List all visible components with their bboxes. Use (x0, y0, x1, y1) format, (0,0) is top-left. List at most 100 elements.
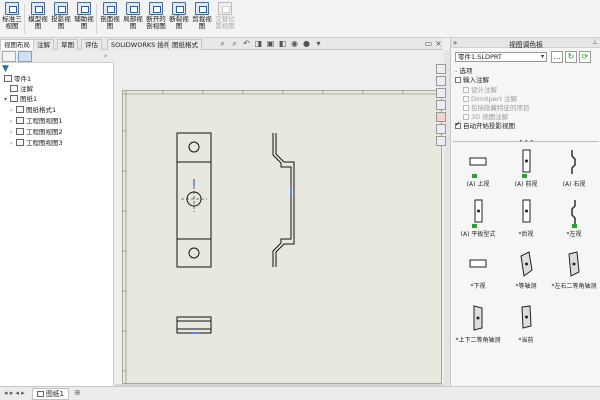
tree-root[interactable]: 零件1 (4, 75, 31, 84)
checkbox-checked-icon (455, 120, 461, 129)
top-view-thumbnail-icon (469, 157, 487, 178)
alternate-position-view-button[interactable]: 交替位置视图 (214, 2, 236, 36)
annotation-icon (10, 85, 18, 92)
tab-solidworks-addins[interactable]: SOLIDWORKS 插件 (107, 39, 175, 50)
crop-view-button[interactable]: 剪裁视图 (191, 2, 213, 36)
add-sheet-icon[interactable]: ⊕ (74, 388, 81, 397)
section-tool-icon[interactable]: ◨ (254, 39, 263, 48)
drawing-sheet[interactable] (122, 90, 443, 385)
design-library-icon[interactable] (436, 76, 446, 86)
tab-sketch[interactable]: 草图 (57, 39, 78, 50)
forum-icon[interactable] (436, 136, 446, 146)
ribbon-toolbar: 标准三视图 模型视图 投影视图 辅助视图 剖面视图 局部视图 断开的剖视图 断裂… (0, 0, 600, 38)
custom-properties-icon[interactable] (436, 124, 446, 134)
auto-projection-checkbox[interactable]: 自动开始投影视图 (455, 120, 515, 130)
tree-item-drawing-view1[interactable]: › 工程图视图1 (10, 117, 63, 126)
drawing-view-front[interactable] (176, 132, 212, 268)
broken-out-section-icon (149, 2, 163, 15)
scene-icon[interactable]: ▾ (314, 39, 323, 48)
drawing-view-right[interactable] (272, 133, 295, 267)
sheet-icon (10, 95, 18, 102)
nav-arrows-icon[interactable]: ◂ ▸ ◂ ▸ (4, 389, 25, 397)
refresh-icon[interactable]: ↻ (565, 51, 577, 63)
drawing-view-top[interactable] (176, 316, 212, 334)
tree-item-sheet-format[interactable]: › 图纸格式1 (10, 106, 56, 115)
tab-view-layout[interactable]: 视图布局 (0, 39, 34, 50)
refresh-all-icon[interactable]: ⟳ (579, 51, 591, 63)
tree-item-sheet1[interactable]: ▾ 图纸1 (4, 95, 37, 104)
auxiliary-view-icon (77, 2, 91, 15)
palette-view-left[interactable]: *左视 (551, 198, 597, 248)
feature-manager-tab[interactable] (2, 51, 16, 62)
drawing-view-icon (16, 128, 24, 135)
projected-view-icon (54, 2, 68, 15)
detail-view-icon (126, 2, 140, 15)
projected-view-button[interactable]: 投影视图 (50, 2, 72, 36)
palette-view-dimetric-tb[interactable]: *上下二等角轴测 (455, 304, 501, 354)
palette-view-flat-pattern[interactable]: (A) 平板型式 (455, 198, 501, 248)
chevron-right-icon[interactable]: › (104, 51, 107, 60)
tree-item-drawing-view2[interactable]: › 工程图视图2 (10, 128, 63, 137)
tab-evaluate[interactable]: 评估 (81, 39, 102, 50)
palette-view-bottom[interactable]: *下视 (455, 250, 501, 300)
palette-view-back[interactable]: *后视 (503, 198, 549, 248)
palette-view-front[interactable]: (A) 前视 (503, 148, 549, 198)
display-style-icon[interactable]: ◧ (278, 39, 287, 48)
drawing-view-icon (16, 139, 24, 146)
chevron-down-icon: ▾ (540, 53, 544, 60)
appearance-icon[interactable]: ● (302, 39, 311, 48)
sheet-tab[interactable]: 图纸1 (32, 388, 69, 400)
import-annotations-checkbox[interactable]: 输入注解 (455, 74, 489, 84)
hide-show-icon[interactable]: ◉ (290, 39, 299, 48)
view-palette-header: » 视图调色板 ⊥ (451, 38, 600, 49)
splitter-grip-icon[interactable]: • • • (519, 138, 533, 145)
palette-view-top[interactable]: (A) 上视 (455, 148, 501, 198)
detail-view-button[interactable]: 局部视图 (122, 2, 144, 36)
crop-view-icon (195, 2, 209, 15)
palette-view-current[interactable]: *当前 (503, 304, 549, 354)
view-palette-icon[interactable] (436, 100, 446, 110)
palette-view-right[interactable]: (A) 右视 (551, 148, 597, 198)
browse-icon[interactable]: … (551, 51, 563, 63)
palette-view-isometric[interactable]: *等轴测 (503, 250, 549, 300)
palette-view-dimetric-lr[interactable]: *左右二等角轴测 (551, 250, 597, 300)
tree-item-drawing-view3[interactable]: › 工程图视图3 (10, 139, 63, 148)
previous-view-icon[interactable]: ↶ (242, 39, 251, 48)
feature-manager-panel: › ▼ 零件1 注解 ▾ 图纸1 › 图纸格式1 › 工程图视图1 › 工程图视图2 ›… (0, 50, 114, 386)
break-view-button[interactable]: 断裂视图 (168, 2, 190, 36)
ribbon-separator (24, 4, 25, 34)
appearances-icon[interactable] (436, 112, 446, 122)
current-view-thumbnail-icon (521, 305, 532, 329)
sheet-icon (37, 391, 44, 397)
tab-annotation[interactable]: 注解 (33, 39, 54, 50)
standard-3-view-icon (5, 2, 19, 15)
front-view-thumbnail-icon (522, 149, 531, 178)
dimetric-thumbnail-icon (568, 251, 580, 277)
zoom-area-icon[interactable]: ⌕ (230, 39, 239, 48)
drawing-views (123, 91, 443, 385)
view-palette-panel: » 视图调色板 ⊥ 零件1.SLDPRT ▾ … ↻ ⟳ - 选项 输入注解 设… (450, 38, 600, 386)
file-explorer-icon[interactable] (436, 88, 446, 98)
dimetric-tb-thumbnail-icon (473, 305, 483, 331)
tab-sheet-format[interactable]: 图纸格式 (168, 39, 202, 50)
right-view-thumbnail-icon (571, 150, 576, 174)
left-view-thumbnail-icon (571, 200, 577, 228)
view-orientation-icon[interactable]: ▣ (266, 39, 275, 48)
pin-icon[interactable]: ⊥ (592, 38, 598, 46)
tree-item-annotations[interactable]: 注解 (10, 85, 33, 94)
zoom-to-fit-icon[interactable]: ⌕ (218, 39, 227, 48)
home-icon[interactable] (436, 64, 446, 74)
window-close-icon[interactable]: × (434, 39, 443, 48)
auxiliary-view-button[interactable]: 辅助视图 (73, 2, 95, 36)
ribbon-separator (96, 4, 97, 34)
window-restore-icon[interactable]: ▭ (424, 39, 433, 48)
file-select-dropdown[interactable]: 零件1.SLDPRT ▾ (455, 52, 547, 62)
filter-icon[interactable]: ▼ (2, 64, 9, 74)
model-view-button[interactable]: 模型视图 (27, 2, 49, 36)
section-view-button[interactable]: 剖面视图 (99, 2, 121, 36)
drawing-icon (4, 75, 12, 82)
broken-out-section-button[interactable]: 断开的剖视图 (145, 2, 167, 36)
standard-3-view-button[interactable]: 标准三视图 (1, 2, 23, 36)
property-manager-tab[interactable] (18, 51, 32, 62)
view-palette-title: 视图调色板 (509, 41, 543, 49)
